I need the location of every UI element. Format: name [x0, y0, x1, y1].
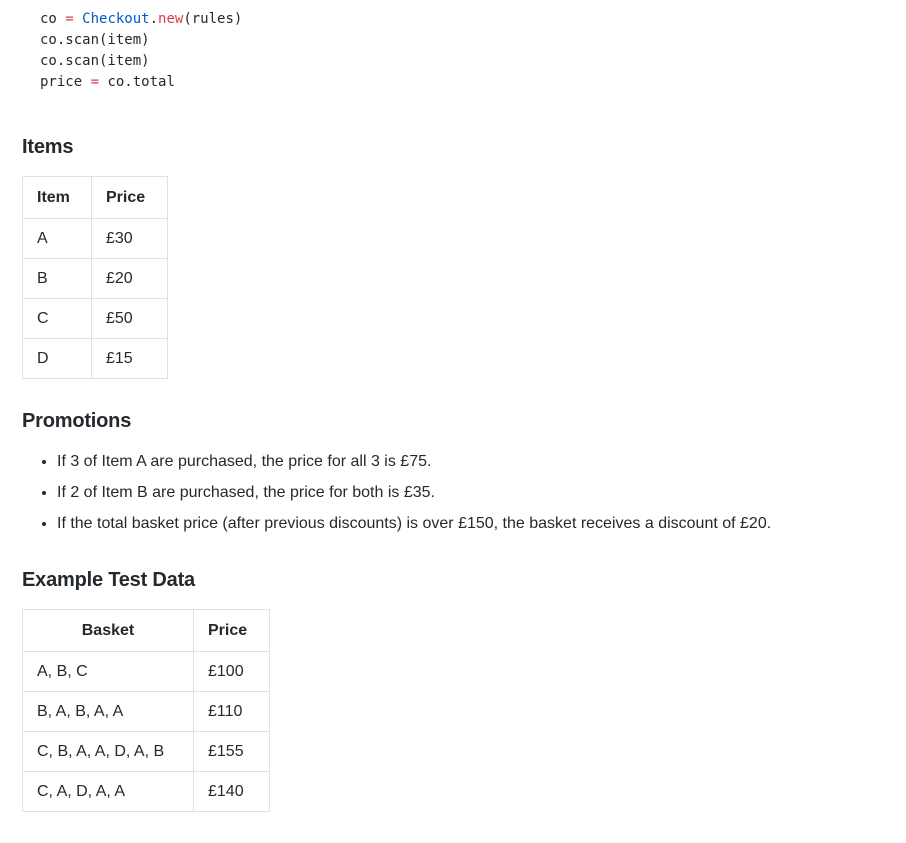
test-data-table: Basket Price A, B, C £100 B, A, B, A, A …	[22, 609, 270, 812]
table-cell: £110	[193, 691, 270, 732]
promotions-list: If 3 of Item A are purchased, the price …	[22, 446, 892, 539]
table-cell: £100	[193, 651, 270, 692]
column-header-basket: Basket	[22, 609, 194, 652]
table-row: C, B, A, A, D, A, B £155	[22, 731, 270, 772]
table-cell: B, A, B, A, A	[22, 691, 194, 732]
table-cell: C	[22, 298, 92, 339]
code-token: co.total	[107, 74, 175, 90]
code-token: co	[40, 11, 57, 27]
table-cell: D	[22, 338, 92, 379]
table-row: C, A, D, A, A £140	[22, 771, 270, 812]
list-item: If 3 of Item A are purchased, the price …	[57, 446, 892, 477]
table-row: A £30	[22, 218, 168, 259]
table-row: A, B, C £100	[22, 651, 270, 692]
code-token: =	[82, 74, 108, 90]
table-header-row: Basket Price	[22, 609, 270, 652]
table-cell: A	[22, 218, 92, 259]
column-header-price: Price	[193, 609, 270, 652]
code-token: price	[40, 74, 83, 90]
code-line-3: co.scan(item)	[40, 53, 150, 69]
code-token: =	[56, 11, 83, 27]
items-table: Item Price A £30 B £20 C £50 D £15	[22, 176, 168, 379]
code-token: Checkout	[82, 11, 150, 27]
list-item: If the total basket price (after previou…	[57, 508, 892, 539]
list-item: If 2 of Item B are purchased, the price …	[57, 477, 892, 508]
column-header-item: Item	[22, 176, 92, 219]
code-token: new	[158, 11, 184, 27]
code-token: (rules)	[183, 11, 243, 27]
table-cell: £50	[91, 298, 168, 339]
document: co = Checkout.new(rules) co.scan(item) c…	[22, 0, 892, 812]
table-header-row: Item Price	[22, 176, 168, 219]
table-cell: C, B, A, A, D, A, B	[22, 731, 194, 772]
table-cell: £15	[91, 338, 168, 379]
code-block: co = Checkout.new(rules) co.scan(item) c…	[22, 0, 892, 93]
promotions-heading: Promotions	[22, 410, 132, 432]
code-token: .	[149, 11, 159, 27]
table-cell: £140	[193, 771, 270, 812]
table-row: D £15	[22, 338, 168, 379]
code-line-1: co = Checkout.new(rules)	[40, 11, 242, 27]
column-header-price: Price	[91, 176, 168, 219]
items-heading: Items	[22, 136, 74, 158]
code-line-4: price = co.total	[40, 74, 175, 90]
table-cell: £20	[91, 258, 168, 299]
code-line-2: co.scan(item)	[40, 32, 150, 48]
table-row: B £20	[22, 258, 168, 299]
table-row: C £50	[22, 298, 168, 339]
table-cell: C, A, D, A, A	[22, 771, 194, 812]
promotions-section: Promotions If 3 of Item A are purchased,…	[22, 409, 892, 539]
table-cell: £155	[193, 731, 270, 772]
table-row: B, A, B, A, A £110	[22, 691, 270, 732]
table-cell: A, B, C	[22, 651, 194, 692]
table-cell: B	[22, 258, 92, 299]
test-data-section: Example Test Data Basket Price A, B, C £…	[22, 568, 892, 812]
test-data-heading: Example Test Data	[22, 569, 195, 591]
table-cell: £30	[91, 218, 168, 259]
